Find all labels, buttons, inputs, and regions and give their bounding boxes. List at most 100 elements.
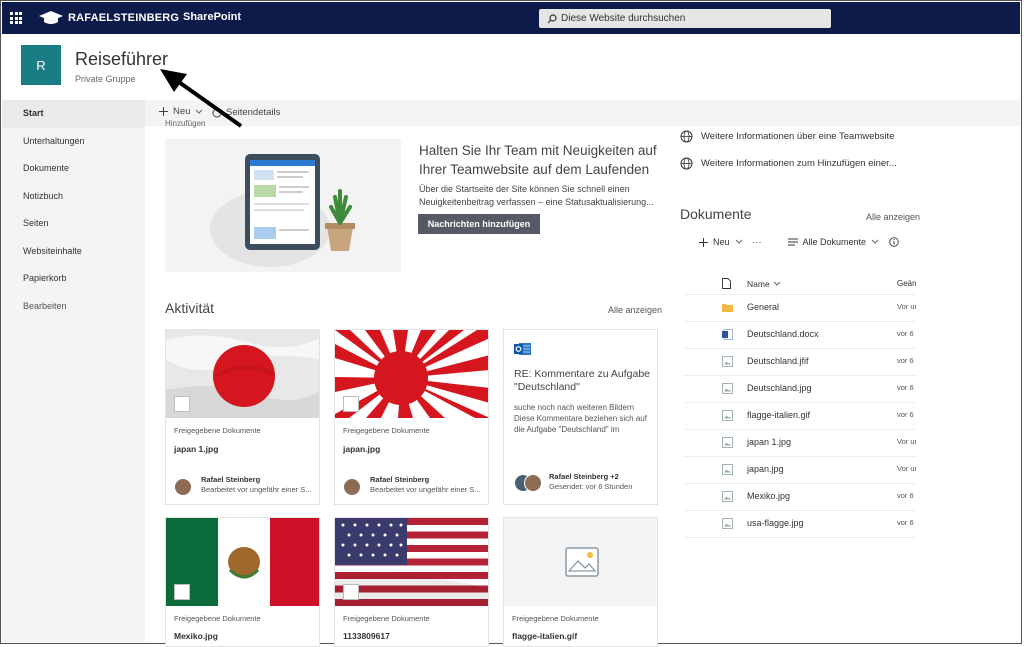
command-bar: Neu Seitendetails — [145, 100, 1020, 126]
folder-icon — [722, 304, 733, 312]
card-filename[interactable]: Mexiko.jpg — [174, 631, 218, 641]
documents-column-header: Name Geänd — [684, 270, 916, 295]
document-modified: vor 6 : — [897, 491, 916, 500]
nav-item-papierkorb[interactable]: Papierkorb — [2, 265, 145, 293]
file-type-icon[interactable] — [722, 278, 731, 289]
page-details-button[interactable]: Seitendetails — [212, 107, 280, 118]
activity-see-all-link[interactable]: Alle anzeigen — [608, 305, 662, 315]
search-icon — [547, 13, 557, 23]
card-library: Freigegebene Dokumente — [343, 426, 430, 435]
document-name[interactable]: japan.jpg — [747, 464, 784, 474]
chevron-down-icon — [871, 239, 879, 244]
nav-item-websiteinhalte[interactable]: Websiteinhalte — [2, 238, 145, 266]
activity-card[interactable]: Freigegebene Dokumente japan 1.jpg Rafae… — [165, 329, 320, 505]
link-label: Weitere Informationen über eine Teamwebs… — [701, 131, 895, 142]
card-library: Freigegebene Dokumente — [174, 614, 261, 623]
document-row[interactable]: Deutschland.jfif vor 6 : — [684, 348, 916, 376]
document-modified: Vor ur — [897, 437, 916, 446]
nav-item-unterhaltungen[interactable]: Unterhaltungen — [2, 128, 145, 156]
document-name[interactable]: Deutschland.docx — [747, 329, 819, 339]
info-icon[interactable] — [889, 237, 899, 247]
image-file-icon — [174, 396, 190, 412]
site-header: R Reiseführer Private Gruppe — [2, 34, 1020, 100]
document-modified: vor 6 : — [897, 410, 916, 419]
nav-item-dokumente[interactable]: Dokumente — [2, 155, 145, 183]
image-file-icon — [722, 383, 733, 394]
activity-card[interactable]: Freigegebene Dokumente Mexiko.jpg — [165, 517, 320, 647]
activity-card[interactable]: Freigegebene Dokumente japan.jpg Rafael … — [334, 329, 489, 505]
message-body: suche noch nach weiteren Bildern Diese K… — [514, 403, 647, 434]
documents-new-label: Neu — [713, 237, 730, 247]
document-row[interactable]: japan.jpg Vor ur — [684, 456, 916, 484]
left-navigation: Start Unterhaltungen Dokumente Notizbuch… — [2, 100, 145, 642]
news-hero-image — [165, 139, 401, 272]
document-name[interactable]: Deutschland.jpg — [747, 383, 812, 393]
search-placeholder: Diese Website durchsuchen — [561, 13, 686, 24]
document-row[interactable]: flagge-italien.gif vor 6 : — [684, 402, 916, 430]
nav-item-bearbeiten[interactable]: Bearbeiten — [2, 293, 145, 321]
message-title[interactable]: RE: Kommentare zu Aufgabe "Deutschland" — [514, 368, 652, 394]
documents-see-all-link[interactable]: Alle anzeigen — [866, 212, 920, 222]
document-name[interactable]: flagge-italien.gif — [747, 410, 810, 420]
card-filename[interactable]: japan 1.jpg — [174, 444, 218, 454]
view-selector[interactable]: Alle Dokumente — [787, 237, 880, 247]
app-launcher-icon[interactable] — [10, 12, 22, 24]
word-document-icon — [722, 329, 733, 340]
document-row[interactable]: Deutschland.docx vor 6 : — [684, 321, 916, 349]
app-name[interactable]: SharePoint — [183, 11, 241, 23]
column-name[interactable]: Name — [747, 279, 770, 289]
outlook-icon — [514, 343, 531, 355]
document-row[interactable]: General Vor ur — [684, 294, 916, 322]
card-library: Freigegebene Dokumente — [343, 614, 430, 623]
document-row[interactable]: Deutschland.jpg vor 6 : — [684, 375, 916, 403]
add-news-button[interactable]: Nachrichten hinzufügen — [418, 214, 540, 234]
card-filename[interactable]: japan.jpg — [343, 444, 380, 454]
activity-card[interactable]: Freigegebene Dokumente 1133809617 — [334, 517, 489, 647]
search-box[interactable]: Diese Website durchsuchen — [539, 9, 831, 28]
document-row[interactable]: Mexiko.jpg vor 6 : — [684, 483, 916, 511]
document-modified: vor 6 : — [897, 518, 916, 527]
card-filename[interactable]: 1133809617 — [343, 631, 390, 641]
news-hero-title: Halten Sie Ihr Team mit Neuigkeiten auf … — [419, 143, 657, 177]
tablet-illustration-icon — [210, 154, 355, 267]
link-teamwebsite-info[interactable]: Weitere Informationen über eine Teamwebs… — [680, 130, 894, 143]
card-filename[interactable]: flagge-italien.gif — [512, 631, 577, 641]
globe-icon — [680, 130, 693, 143]
brand-logo[interactable]: RAFAELSTEINBERG — [38, 9, 179, 27]
image-file-icon — [722, 464, 733, 475]
image-placeholder-icon — [565, 547, 599, 577]
image-file-icon — [343, 584, 359, 600]
new-button[interactable]: Neu — [159, 106, 203, 117]
document-row[interactable]: usa-flagge.jpg vor 6 : — [684, 510, 916, 538]
plus-icon — [699, 237, 708, 247]
nav-item-notizbuch[interactable]: Notizbuch — [2, 183, 145, 211]
activity-card[interactable]: Freigegebene Dokumente flagge-italien.gi… — [503, 517, 658, 647]
document-name[interactable]: Mexiko.jpg — [747, 491, 790, 501]
activity-card-message[interactable]: RE: Kommentare zu Aufgabe "Deutschland" … — [503, 329, 658, 505]
chevron-down-icon — [735, 239, 742, 244]
document-name[interactable]: japan 1.jpg — [747, 437, 791, 447]
rising-sun-flag-thumbnail — [335, 330, 488, 418]
nav-item-seiten[interactable]: Seiten — [2, 210, 145, 238]
document-row[interactable]: japan 1.jpg Vor ur — [684, 429, 916, 457]
site-logo[interactable]: R — [21, 45, 61, 85]
card-library: Freigegebene Dokumente — [512, 614, 599, 623]
document-modified: vor 6 : — [897, 383, 916, 392]
more-options-icon[interactable]: ··· — [753, 237, 762, 247]
document-name[interactable]: General — [747, 302, 779, 312]
documents-new-button[interactable]: Neu — [699, 237, 743, 247]
list-view-icon — [787, 238, 798, 246]
document-name[interactable]: Deutschland.jfif — [747, 356, 809, 366]
column-modified[interactable]: Geänd — [897, 279, 916, 288]
page-details-label: Seitendetails — [226, 107, 281, 118]
add-section-label[interactable]: Hinzufügen — [165, 119, 205, 128]
card-detail: Bearbeitet vor ungefähr einer S... — [370, 485, 481, 494]
link-add-info[interactable]: Weitere Informationen zum Hinzufügen ein… — [680, 157, 897, 170]
site-title[interactable]: Reiseführer — [75, 49, 168, 70]
suite-bar: RAFAELSTEINBERG SharePoint Diese Website… — [2, 2, 1020, 34]
nav-item-start[interactable]: Start — [2, 100, 145, 128]
document-name[interactable]: usa-flagge.jpg — [747, 518, 804, 528]
card-library: Freigegebene Dokumente — [174, 426, 261, 435]
card-user: Rafael Steinberg — [370, 475, 430, 484]
document-modified: Vor ur — [897, 464, 916, 473]
